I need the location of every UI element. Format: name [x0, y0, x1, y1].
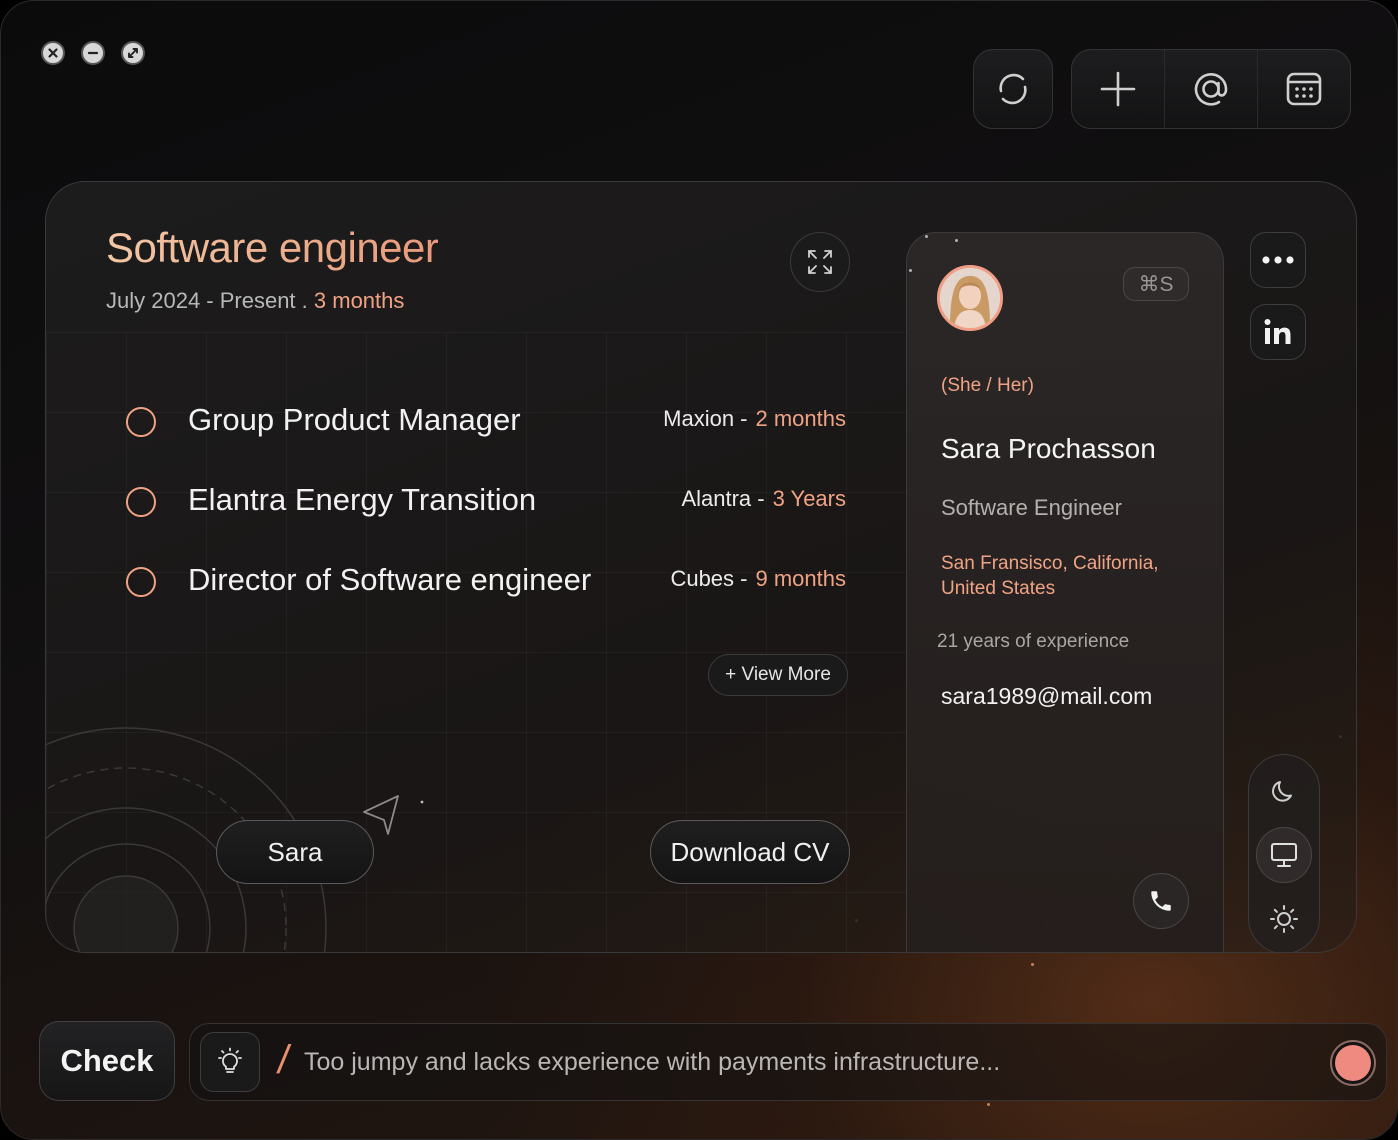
- experience-item[interactable]: Director of Software engineer Cubes - 9 m…: [126, 562, 846, 602]
- expand-button[interactable]: [790, 232, 850, 292]
- experience-duration: 3 Years: [772, 486, 846, 511]
- more-options-button[interactable]: [1250, 232, 1306, 288]
- experience-company: Cubes - 9 months: [670, 566, 846, 592]
- experience-company: Maxion - 2 months: [663, 406, 846, 432]
- avatar: [937, 265, 1003, 331]
- profile-name: Sara Prochasson: [941, 433, 1156, 464]
- lightbulb-icon: [218, 1047, 242, 1073]
- refresh-icon: [999, 73, 1027, 105]
- fullscreen-window-button[interactable]: [121, 41, 145, 65]
- job-title: Software engineer: [106, 224, 439, 271]
- company-name: Maxion -: [663, 406, 748, 431]
- job-dates: July 2024 - Present . 3 months: [106, 288, 404, 314]
- avatar-portrait: [940, 268, 1000, 328]
- experience-name: Director of Software engineer: [188, 562, 592, 597]
- shortcut-badge: ⌘S: [1123, 267, 1189, 301]
- feedback-input[interactable]: Too jumpy and lacks experience with paym…: [304, 1048, 1000, 1077]
- system-theme-button[interactable]: [1256, 827, 1312, 883]
- company-name: Alantra -: [681, 486, 765, 511]
- calendar-button[interactable]: [1258, 50, 1350, 128]
- suggestion-button[interactable]: [200, 1032, 260, 1092]
- refresh-button[interactable]: [973, 49, 1053, 129]
- sun-icon: [1270, 905, 1298, 933]
- app-window: Software engineer July 2024 - Present . …: [0, 0, 1398, 1140]
- calendar-icon: [1286, 72, 1322, 106]
- more-horizontal-icon: [1262, 256, 1294, 264]
- experience-duration: 9 months: [755, 566, 847, 591]
- linkedin-icon: [1264, 319, 1291, 344]
- sparkle-decoration: [955, 239, 958, 242]
- close-window-button[interactable]: [41, 41, 65, 65]
- experience-radio[interactable]: [126, 487, 156, 517]
- experience-company: Alantra - 3 Years: [681, 486, 846, 512]
- experience-name: Group Product Manager: [188, 402, 521, 437]
- sara-cursor-tag: Sara: [216, 820, 374, 884]
- minimize-window-button[interactable]: [81, 41, 105, 65]
- sparkle-decoration: [909, 269, 912, 272]
- experience-item[interactable]: Group Product Manager Maxion - 2 months: [126, 402, 846, 442]
- mention-button[interactable]: [1165, 50, 1258, 128]
- at-icon: [1194, 73, 1228, 106]
- feedback-input-bar[interactable]: / Too jumpy and lacks experience with pa…: [189, 1023, 1387, 1101]
- moon-icon: [1272, 781, 1292, 802]
- view-more-button[interactable]: + View More: [708, 654, 848, 696]
- profile-role: Software Engineer: [941, 495, 1122, 520]
- add-button[interactable]: [1072, 50, 1165, 128]
- slash-divider-icon: /: [274, 1038, 293, 1082]
- profile-email[interactable]: sara1989@mail.com: [941, 683, 1152, 710]
- theme-switcher: [1248, 754, 1320, 952]
- close-icon: [48, 48, 58, 58]
- experience-name: Elantra Energy Transition: [188, 482, 537, 517]
- minus-icon: [87, 51, 99, 55]
- phone-icon: [1151, 891, 1171, 911]
- sparkle-decoration: [987, 1103, 990, 1106]
- record-button[interactable]: [1330, 1040, 1376, 1086]
- sparkle-decoration: [1031, 963, 1034, 966]
- plus-icon: [1100, 71, 1136, 107]
- company-name: Cubes -: [670, 566, 748, 591]
- experience-radio[interactable]: [126, 567, 156, 597]
- job-date-range: July 2024 - Present .: [106, 288, 314, 313]
- call-button[interactable]: [1133, 873, 1189, 929]
- expand-icon: [808, 250, 832, 274]
- experience-item[interactable]: Elantra Energy Transition Alantra - 3 Yea…: [126, 482, 846, 522]
- profile-location: San Fransisco, California, United States: [941, 553, 1159, 599]
- download-cv-button[interactable]: Download CV: [650, 820, 850, 884]
- experience-radio[interactable]: [126, 407, 156, 437]
- dark-theme-button[interactable]: [1256, 763, 1312, 819]
- profile-experience-years: 21 years of experience: [937, 631, 1130, 652]
- experience-duration: 2 months: [755, 406, 847, 431]
- linkedin-button[interactable]: [1250, 304, 1306, 360]
- toolbar-group: [1071, 49, 1351, 129]
- job-duration: 3 months: [313, 288, 405, 313]
- resize-icon: [128, 48, 138, 58]
- monitor-icon: [1271, 843, 1297, 867]
- candidate-card: Software engineer July 2024 - Present . …: [45, 181, 1357, 953]
- check-button[interactable]: Check: [39, 1021, 175, 1101]
- record-dot-icon: [1335, 1045, 1371, 1081]
- sparkle-decoration: [925, 235, 928, 238]
- cursor-arrow-icon: [363, 795, 424, 835]
- profile-panel: ⌘S (She / Her) Sara Prochasson Software …: [906, 232, 1224, 952]
- pronouns: (She / Her): [941, 375, 1034, 396]
- light-theme-button[interactable]: [1256, 891, 1312, 947]
